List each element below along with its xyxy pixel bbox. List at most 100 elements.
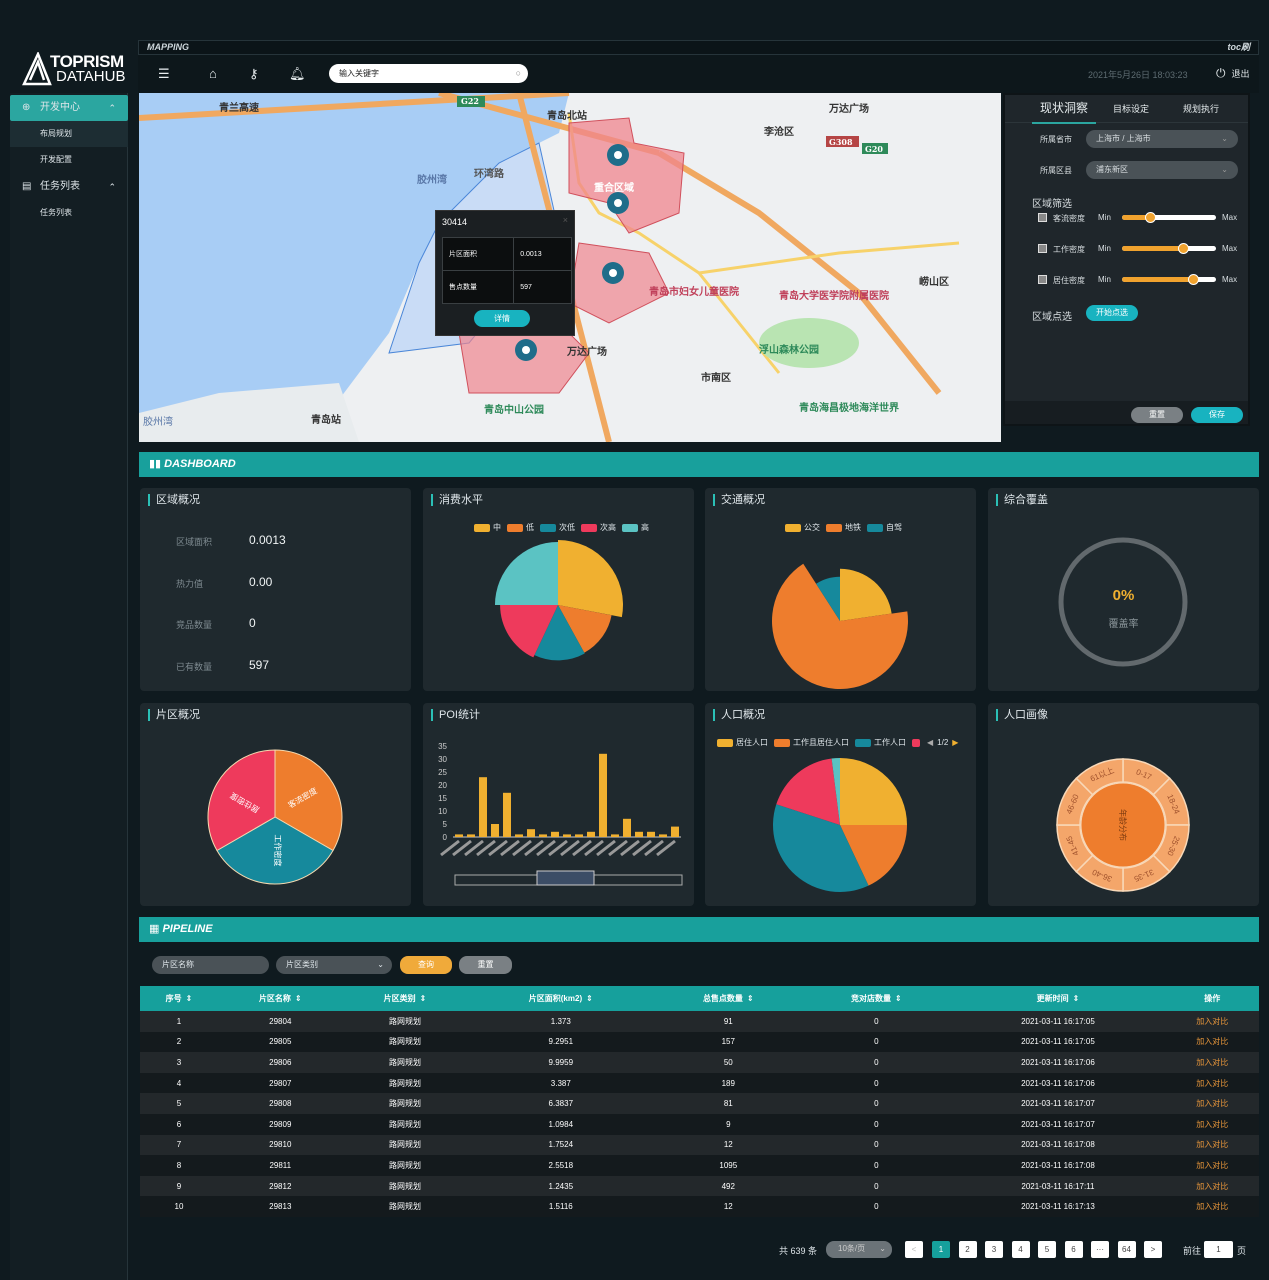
poi-bar[interactable] — [563, 834, 571, 837]
tab-plan-execution[interactable]: 规划执行 — [1183, 102, 1219, 115]
column-header[interactable]: 操作 — [1165, 986, 1259, 1011]
table-cell: 0 — [802, 1196, 951, 1217]
page-button[interactable]: 2 — [958, 1241, 977, 1258]
zoom-slider-window[interactable] — [536, 870, 595, 886]
prev-page-button[interactable]: < — [905, 1241, 923, 1258]
poi-bar[interactable] — [455, 834, 463, 837]
province-select[interactable]: 上海市 / 上海市 ⌄ — [1086, 130, 1238, 148]
page-button[interactable]: 64 — [1117, 1241, 1136, 1258]
home-icon[interactable]: ⌂ — [209, 66, 217, 81]
poi-bar[interactable] — [575, 834, 583, 837]
start-pick-button[interactable]: 开始点选 — [1086, 305, 1138, 321]
column-header[interactable]: 总售点数量 ⇕ — [654, 986, 803, 1011]
pie-slice[interactable] — [494, 541, 558, 605]
bell-icon[interactable]: 🔔︎ — [289, 66, 306, 82]
goto-page-input[interactable]: 1 — [1204, 1241, 1233, 1258]
slider-handle[interactable] — [1145, 212, 1157, 223]
poi-bar[interactable] — [671, 826, 679, 837]
poi-bar[interactable] — [467, 834, 475, 837]
add-compare-link[interactable]: 加入对比 — [1165, 1155, 1259, 1176]
search-input[interactable]: 输入关键字 ○ — [329, 64, 528, 83]
add-compare-link[interactable]: 加入对比 — [1165, 1093, 1259, 1114]
sort-icon[interactable]: ⇕ — [895, 994, 902, 1003]
poi-bar[interactable] — [479, 777, 487, 837]
sort-icon[interactable]: ⇕ — [295, 994, 302, 1003]
sort-icon[interactable]: ⇕ — [747, 994, 754, 1003]
poi-bar[interactable] — [503, 792, 511, 837]
slider-handle[interactable] — [1178, 243, 1190, 254]
add-compare-link[interactable]: 加入对比 — [1165, 1196, 1259, 1217]
filter-checkbox[interactable] — [1038, 244, 1047, 253]
slider-handle[interactable] — [1187, 274, 1199, 285]
column-header[interactable]: 片区类别 ⇕ — [342, 986, 468, 1011]
sidebar-item-task-list[interactable]: 任务列表 — [10, 200, 128, 226]
sort-icon[interactable]: ⇕ — [586, 994, 593, 1003]
poi-bar[interactable] — [647, 831, 655, 837]
reset-button[interactable]: 重置 — [1131, 407, 1183, 423]
next-page-button[interactable]: > — [1144, 1241, 1162, 1258]
sidebar-group-dev-center[interactable]: ⊕ 开发中心 ⌃ — [10, 95, 128, 121]
sidebar-group-task-list[interactable]: ▤ 任务列表 ⌃ — [10, 174, 128, 200]
column-header[interactable]: 片区名称 ⇕ — [217, 986, 343, 1011]
poi-bar[interactable] — [659, 834, 667, 837]
page-button[interactable]: 1 — [932, 1241, 950, 1258]
add-compare-link[interactable]: 加入对比 — [1165, 1072, 1259, 1094]
poi-bar[interactable] — [611, 834, 619, 837]
total-count: 共 639 条 — [779, 1246, 818, 1256]
poi-bar[interactable] — [539, 834, 547, 837]
page-button[interactable]: 5 — [1038, 1241, 1056, 1258]
density-slider[interactable] — [1122, 212, 1216, 223]
tab-target-setting[interactable]: 目标设定 — [1113, 102, 1149, 115]
add-compare-link[interactable]: 加入对比 — [1165, 1031, 1259, 1053]
details-button[interactable]: 详情 — [474, 310, 530, 327]
filter-checkbox[interactable] — [1038, 213, 1047, 222]
pie-slice[interactable] — [558, 540, 623, 618]
add-compare-link[interactable]: 加入对比 — [1165, 1134, 1259, 1156]
tab-current-insight[interactable]: 现状洞察 — [1032, 99, 1097, 124]
density-slider[interactable] — [1122, 243, 1216, 254]
page-size-select[interactable]: 10条/页 ⌄ — [826, 1241, 892, 1258]
close-icon[interactable]: × — [563, 215, 568, 225]
sort-icon[interactable]: ⇕ — [1073, 994, 1080, 1003]
density-slider[interactable] — [1122, 274, 1216, 285]
page-button[interactable]: 6 — [1064, 1241, 1083, 1258]
map-view[interactable]: 青兰高速 青岛北站 万达广场 李沧区 胶州湾 环湾路 重合区域 崂山区 青岛市妇… — [139, 93, 1001, 442]
key-icon[interactable]: ⚷ — [249, 66, 259, 82]
pie-slice[interactable] — [840, 568, 892, 621]
pie-slice[interactable] — [840, 758, 907, 825]
add-compare-link[interactable]: 加入对比 — [1165, 1011, 1259, 1032]
search-icon[interactable]: ○ — [516, 64, 521, 83]
query-button[interactable]: 查询 — [400, 956, 452, 974]
save-button[interactable]: 保存 — [1191, 407, 1243, 423]
column-header[interactable]: 更新时间 ⇕ — [950, 986, 1166, 1011]
page-button[interactable]: 3 — [985, 1241, 1003, 1258]
map-label: 青岛中山公园 — [484, 405, 544, 416]
poi-bar[interactable] — [623, 818, 631, 837]
sort-icon[interactable]: ⇕ — [186, 994, 193, 1003]
logout-button[interactable]: ⏻ 退出 — [1216, 66, 1250, 81]
sidebar-item-layout-plan[interactable]: 布局规划 — [10, 121, 128, 147]
poi-bar[interactable] — [635, 831, 643, 837]
poi-bar[interactable] — [527, 829, 535, 837]
sidebar-item-dev-config[interactable]: 开发配置 — [10, 147, 128, 173]
column-header[interactable]: 竞对店数量 ⇕ — [802, 986, 951, 1011]
poi-bar[interactable] — [491, 824, 499, 837]
menu-icon[interactable]: ☰ — [158, 66, 170, 82]
poi-bar[interactable] — [599, 753, 607, 837]
zone-type-select[interactable]: 片区类别 ⌄ — [276, 956, 392, 974]
zone-name-input[interactable]: 片区名称 — [152, 956, 269, 974]
add-compare-link[interactable]: 加入对比 — [1165, 1175, 1259, 1197]
reset-filter-button[interactable]: 重置 — [459, 956, 512, 974]
column-header[interactable]: 片区面积(km2) ⇕ — [467, 986, 655, 1011]
page-button[interactable]: 4 — [1011, 1241, 1030, 1258]
add-compare-link[interactable]: 加入对比 — [1165, 1052, 1259, 1073]
sort-icon[interactable]: ⇕ — [420, 994, 427, 1003]
filter-checkbox[interactable] — [1038, 275, 1047, 284]
district-select[interactable]: 浦东新区 ⌄ — [1086, 161, 1238, 179]
poi-bar[interactable] — [551, 831, 559, 837]
add-compare-link[interactable]: 加入对比 — [1165, 1113, 1259, 1135]
poi-bar[interactable] — [587, 831, 595, 837]
page-button[interactable]: ··· — [1091, 1241, 1109, 1258]
column-header[interactable]: 序号 ⇕ — [140, 986, 218, 1011]
poi-bar[interactable] — [515, 834, 523, 837]
